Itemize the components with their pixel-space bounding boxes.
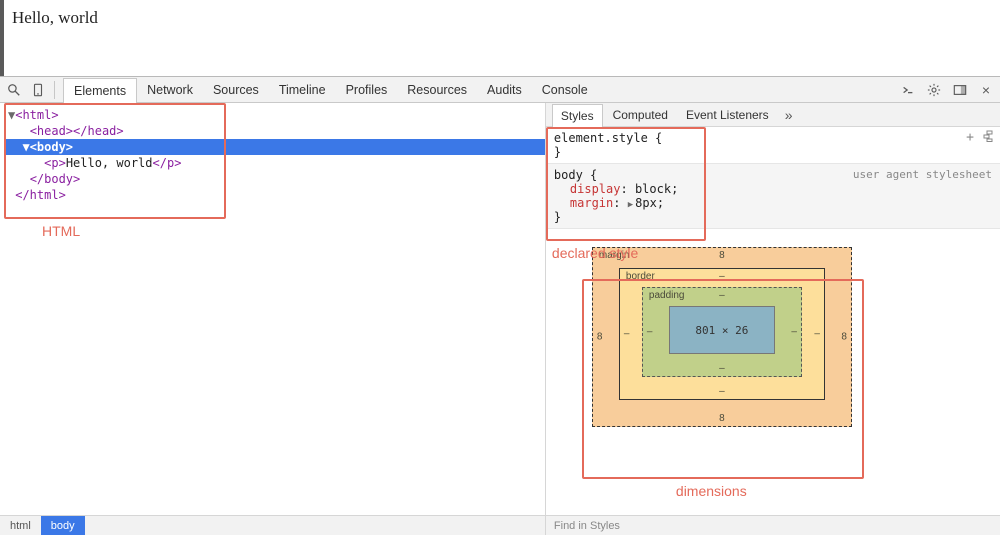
rule-close-brace: } bbox=[554, 145, 992, 159]
rule-origin: user agent stylesheet bbox=[853, 168, 992, 181]
styles-pane: StylesComputedEvent Listeners» +element.… bbox=[546, 103, 1000, 535]
box-model-margin[interactable]: margin 8 8 8 8 border – – – – padding – … bbox=[592, 247, 852, 427]
rendered-page: Hello, world bbox=[0, 0, 1000, 76]
console-drawer-icon[interactable] bbox=[900, 82, 916, 98]
toggle-state-icon[interactable] bbox=[982, 130, 994, 145]
dom-node[interactable]: ▼<body> bbox=[6, 139, 545, 155]
add-rule-icon[interactable]: + bbox=[966, 130, 974, 145]
styles-subtab-event-listeners[interactable]: Event Listeners bbox=[678, 103, 777, 127]
close-icon[interactable]: × bbox=[978, 82, 994, 98]
elements-dom-pane: ▼<html> <head></head> ▼<body> <p>Hello, … bbox=[0, 103, 546, 535]
css-declaration[interactable]: margin: ▶8px; bbox=[554, 196, 992, 210]
box-model-border[interactable]: border – – – – padding – – – – 801 × 26 bbox=[619, 268, 825, 400]
rule-selector: element.style { bbox=[554, 131, 992, 145]
page-body-text: Hello, world bbox=[12, 8, 98, 27]
main-tab-console[interactable]: Console bbox=[532, 77, 598, 103]
dom-node[interactable]: </body> bbox=[6, 171, 545, 187]
find-placeholder: Find in Styles bbox=[554, 520, 620, 532]
styles-subtabs: StylesComputedEvent Listeners» bbox=[546, 103, 1000, 127]
device-mode-icon[interactable] bbox=[30, 82, 46, 98]
devtools-toolbar: ElementsNetworkSourcesTimelineProfilesRe… bbox=[0, 77, 1000, 103]
inspect-icon[interactable] bbox=[6, 82, 22, 98]
dom-node[interactable]: <head></head> bbox=[6, 123, 545, 139]
css-rule-block[interactable]: +element.style {} bbox=[546, 127, 1000, 164]
breadcrumb: htmlbody bbox=[0, 515, 545, 535]
rule-close-brace: } bbox=[554, 210, 992, 224]
styles-body[interactable]: +element.style {}user agent stylesheetbo… bbox=[546, 127, 1000, 515]
devtools-tabs: ElementsNetworkSourcesTimelineProfilesRe… bbox=[63, 77, 598, 103]
styles-subtab-overflow[interactable]: » bbox=[779, 107, 799, 123]
main-tab-resources[interactable]: Resources bbox=[397, 77, 477, 103]
box-model: margin 8 8 8 8 border – – – – padding – … bbox=[546, 229, 1000, 427]
main-tab-network[interactable]: Network bbox=[137, 77, 203, 103]
styles-subtab-styles[interactable]: Styles bbox=[552, 104, 603, 128]
styles-subtab-computed[interactable]: Computed bbox=[605, 103, 676, 127]
box-model-content[interactable]: 801 × 26 bbox=[669, 306, 775, 354]
main-tab-sources[interactable]: Sources bbox=[203, 77, 269, 103]
css-declaration[interactable]: display: block; bbox=[554, 182, 992, 196]
dock-side-icon[interactable] bbox=[952, 82, 968, 98]
find-in-styles-bar[interactable]: Find in Styles bbox=[546, 515, 1000, 535]
main-tab-profiles[interactable]: Profiles bbox=[336, 77, 398, 103]
box-model-padding[interactable]: padding – – – – 801 × 26 bbox=[642, 287, 802, 377]
dom-node[interactable]: ▼<html> bbox=[6, 107, 545, 123]
main-tab-audits[interactable]: Audits bbox=[477, 77, 532, 103]
css-rule-block[interactable]: user agent stylesheetbody {display: bloc… bbox=[546, 164, 1000, 229]
main-tab-timeline[interactable]: Timeline bbox=[269, 77, 336, 103]
dom-tree[interactable]: ▼<html> <head></head> ▼<body> <p>Hello, … bbox=[0, 103, 545, 515]
breadcrumb-body[interactable]: body bbox=[41, 516, 85, 535]
breadcrumb-html[interactable]: html bbox=[0, 516, 41, 535]
main-tab-elements[interactable]: Elements bbox=[63, 78, 137, 104]
toolbar-divider bbox=[54, 81, 55, 99]
dom-node[interactable]: <p>Hello, world</p> bbox=[6, 155, 545, 171]
devtools-panel: ElementsNetworkSourcesTimelineProfilesRe… bbox=[0, 76, 1000, 535]
dom-node[interactable]: </html> bbox=[6, 187, 545, 203]
settings-gear-icon[interactable] bbox=[926, 82, 942, 98]
